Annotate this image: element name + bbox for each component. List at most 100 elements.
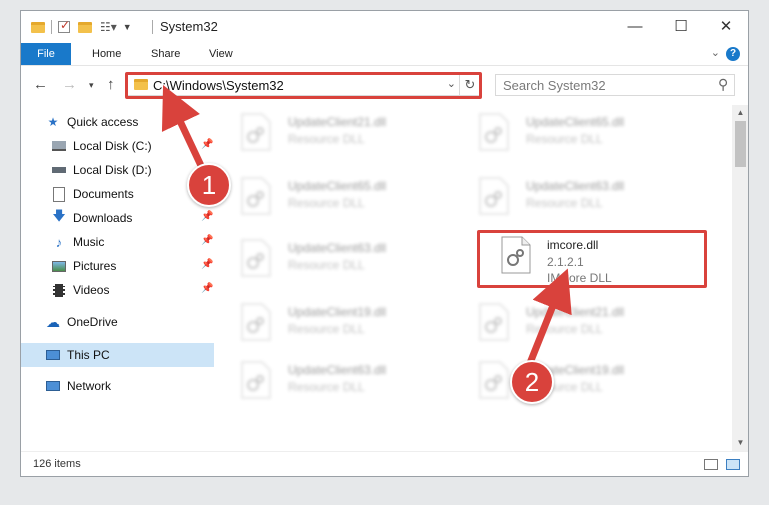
recent-locations-icon[interactable]: ▾ — [89, 80, 94, 91]
star-icon: ★ — [47, 115, 59, 129]
file-item[interactable]: UpdateClient21.dll Resource DLL — [455, 297, 685, 355]
expand-ribbon-icon[interactable]: ⌄ — [711, 46, 720, 59]
file-name: UpdateClient63.dll — [526, 179, 625, 193]
dll-file-icon — [479, 361, 509, 399]
nav-item-videos[interactable]: Videos — [51, 279, 109, 301]
pin-icon[interactable]: 📌 — [201, 139, 213, 150]
file-name: UpdateClient63.dll — [288, 363, 387, 377]
nav-item-local-disk-c[interactable]: Local Disk (C:) — [51, 135, 152, 157]
navigation-pane: ★ Quick access Local Disk (C:) 📌 Local D… — [21, 105, 217, 451]
large-icons-view-icon[interactable] — [726, 459, 740, 470]
file-item[interactable]: UpdateClient65.dll Resource DLL — [455, 107, 685, 165]
music-icon: ♪ — [55, 234, 63, 250]
search-placeholder: Search System32 — [503, 78, 606, 93]
navigation-bar: ← → ▾ ↑ C:\Windows\System32 ⌄ ↻ Search S… — [21, 65, 748, 105]
file-name: UpdateClient65.dll — [526, 115, 625, 129]
dll-file-icon — [479, 113, 509, 151]
nav-label: Local Disk (D:) — [73, 163, 152, 177]
title-bar: ☷▾ ▼ System32 — ☐ ✕ — [21, 11, 748, 43]
file-item[interactable]: UpdateClient63.dll Resource DLL — [217, 233, 447, 291]
search-input[interactable]: Search System32 ⚲ — [495, 74, 735, 96]
vertical-scrollbar[interactable]: ▲ ▼ — [732, 105, 748, 451]
nav-item-local-disk-d[interactable]: Local Disk (D:) — [51, 159, 152, 181]
file-type: Resource DLL — [526, 132, 603, 146]
search-icon[interactable]: ⚲ — [718, 76, 728, 93]
pin-icon[interactable]: 📌 — [201, 211, 213, 222]
tab-home[interactable]: Home — [92, 43, 121, 65]
file-type: Resource DLL — [288, 322, 365, 336]
customize-icon[interactable]: ☷▾ — [100, 20, 117, 34]
scrollbar-thumb[interactable] — [735, 121, 746, 167]
maximize-button[interactable]: ☐ — [658, 15, 704, 39]
ribbon-tabs: File Home Share View ⌄ ? — [21, 43, 748, 65]
file-type: Resource DLL — [288, 132, 365, 146]
nav-label: Music — [73, 235, 105, 249]
step-badge-2: 2 — [510, 360, 554, 404]
nav-label: Network — [67, 379, 112, 393]
step-badge-1: 1 — [187, 163, 231, 207]
folder-icon — [31, 21, 45, 33]
toolbar-separator — [51, 20, 52, 34]
new-folder-icon[interactable] — [78, 21, 92, 33]
scroll-up-icon[interactable]: ▲ — [732, 105, 748, 121]
nav-item-documents[interactable]: Documents — [51, 183, 134, 205]
minimize-button[interactable]: — — [612, 15, 658, 39]
help-icon[interactable]: ? — [726, 47, 740, 61]
file-item[interactable]: UpdateClient19.dll Resource DLL — [217, 297, 447, 355]
tab-file[interactable]: File — [21, 43, 71, 65]
file-type: Resource DLL — [288, 196, 365, 210]
dll-file-icon — [479, 177, 509, 215]
item-count: 126 items — [33, 458, 81, 470]
file-highlight-box — [477, 230, 707, 288]
nav-label: OneDrive — [67, 315, 118, 329]
properties-icon[interactable] — [58, 18, 70, 33]
dll-file-icon — [241, 303, 271, 341]
window-title: System32 — [160, 19, 218, 34]
pin-icon[interactable]: 📌 — [201, 235, 213, 246]
nav-label: This PC — [67, 348, 110, 362]
nav-quick-access[interactable]: ★ Quick access — [45, 111, 139, 133]
tab-share[interactable]: Share — [151, 43, 180, 65]
file-type: Resource DLL — [288, 258, 365, 272]
pin-icon[interactable]: 📌 — [201, 259, 213, 270]
file-name: UpdateClient19.dll — [288, 305, 387, 319]
dll-file-icon — [241, 239, 271, 277]
file-name: UpdateClient65.dll — [288, 179, 387, 193]
pictures-icon — [51, 259, 67, 273]
forward-arrow-icon[interactable]: → — [62, 76, 77, 93]
tab-view[interactable]: View — [209, 43, 233, 65]
status-bar: 126 items — [21, 451, 748, 476]
dll-file-icon — [241, 177, 271, 215]
close-button[interactable]: ✕ — [703, 15, 748, 39]
file-item[interactable]: UpdateClient21.dll Resource DLL — [217, 107, 447, 165]
up-arrow-icon[interactable]: ↑ — [107, 76, 115, 93]
nav-label: Downloads — [73, 211, 133, 225]
file-name: UpdateClient21.dll — [526, 305, 625, 319]
nav-item-music[interactable]: ♪ Music — [51, 231, 105, 253]
file-type: Resource DLL — [526, 196, 603, 210]
scroll-down-icon[interactable]: ▼ — [732, 435, 748, 451]
details-view-icon[interactable] — [704, 459, 718, 470]
drive-icon — [51, 163, 67, 177]
nav-item-downloads[interactable]: 🡇 Downloads — [51, 207, 132, 229]
computer-icon — [45, 348, 61, 362]
nav-label: Videos — [73, 283, 110, 297]
nav-network[interactable]: Network — [45, 375, 111, 397]
pin-icon[interactable]: 📌 — [201, 283, 213, 294]
drive-icon — [51, 139, 67, 153]
documents-icon — [51, 186, 67, 202]
file-item[interactable]: UpdateClient65.dll Resource DLL — [217, 171, 447, 229]
nav-onedrive[interactable]: ☁ OneDrive — [45, 311, 118, 333]
file-item[interactable]: UpdateClient63.dll Resource DLL — [217, 355, 447, 413]
toolbar-dropdown-icon[interactable]: ▼ — [123, 22, 132, 32]
file-type: Resource DLL — [288, 380, 365, 394]
nav-this-pc[interactable]: This PC — [45, 344, 110, 366]
back-arrow-icon[interactable]: ← — [33, 76, 48, 93]
dll-file-icon — [241, 113, 271, 151]
dll-file-icon — [241, 361, 271, 399]
address-highlight-box — [125, 72, 482, 99]
file-item[interactable]: UpdateClient19.dll Resource DLL — [455, 355, 685, 413]
nav-item-pictures[interactable]: Pictures — [51, 255, 116, 277]
cloud-icon: ☁ — [46, 313, 60, 330]
file-item[interactable]: UpdateClient63.dll Resource DLL — [455, 171, 685, 229]
